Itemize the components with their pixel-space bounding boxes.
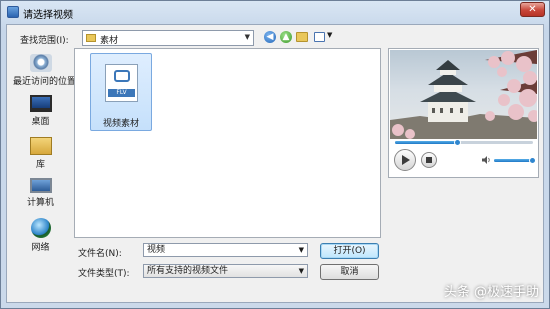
chevron-down-icon[interactable]: ▼ bbox=[299, 265, 304, 277]
video-preview-pane bbox=[388, 48, 539, 178]
file-item[interactable]: FLV 视频素材 bbox=[90, 53, 152, 131]
filetype-value: 所有支持的视频文件 bbox=[147, 266, 229, 276]
app-icon bbox=[7, 6, 19, 18]
place-library[interactable]: 库 bbox=[13, 137, 68, 170]
place-computer[interactable]: 计算机 bbox=[13, 178, 68, 208]
look-in-value: 素材 bbox=[100, 36, 119, 46]
up-folder-icon[interactable]: ▲ bbox=[280, 31, 292, 43]
folder-icon bbox=[86, 34, 96, 42]
close-icon: ✕ bbox=[528, 4, 537, 15]
places-bar: 最近访问的位置 桌面 库 计算机 网络 bbox=[13, 48, 77, 283]
preview-thumbnail bbox=[390, 50, 537, 139]
place-label: 计算机 bbox=[26, 198, 54, 208]
stop-button[interactable] bbox=[421, 152, 437, 168]
window-title: 请选择视频 bbox=[23, 10, 73, 21]
watermark-text: 头条 @极速手助 bbox=[443, 285, 539, 300]
castle-photo bbox=[390, 50, 537, 139]
computer-icon bbox=[29, 178, 52, 193]
seek-slider[interactable] bbox=[395, 139, 533, 146]
filetype-select[interactable]: 所有支持的视频文件 ▼ bbox=[143, 264, 308, 278]
volume-fill bbox=[494, 159, 532, 162]
view-menu-chevron-icon[interactable]: ▼ bbox=[327, 31, 332, 39]
place-label: 桌面 bbox=[31, 117, 50, 127]
look-in-label: 查找范围(I): bbox=[20, 36, 69, 46]
filename-field[interactable]: 视频 ▼ bbox=[143, 243, 308, 257]
network-icon bbox=[30, 218, 51, 238]
new-folder-icon[interactable] bbox=[296, 32, 308, 42]
file-type-badge: FLV bbox=[108, 89, 135, 97]
place-label: 最近访问的位置 bbox=[13, 77, 77, 87]
look-in-dropdown[interactable]: 素材 ▼ bbox=[82, 30, 254, 46]
place-network[interactable]: 网络 bbox=[13, 218, 68, 253]
speaker-icon[interactable] bbox=[482, 156, 491, 164]
seek-thumb[interactable] bbox=[454, 139, 462, 146]
place-recent[interactable]: 最近访问的位置 bbox=[13, 54, 77, 87]
view-menu-icon[interactable] bbox=[314, 32, 325, 42]
play-button[interactable] bbox=[394, 149, 416, 171]
desktop-icon bbox=[29, 95, 52, 112]
library-icon bbox=[29, 137, 52, 155]
dialog-body: 查找范围(I): 素材 ▼ ◀ ▲ ▼ 最近访问的位置 桌面 库 计算机 网络 … bbox=[6, 24, 544, 303]
filetype-label: 文件类型(T): bbox=[78, 269, 130, 279]
chevron-down-icon[interactable]: ▼ bbox=[245, 33, 250, 41]
play-icon bbox=[402, 155, 410, 165]
chevron-down-icon[interactable]: ▼ bbox=[299, 244, 304, 256]
volume-slider[interactable] bbox=[494, 157, 536, 164]
back-arrow-icon[interactable]: ◀ bbox=[264, 31, 276, 43]
stop-icon bbox=[426, 157, 432, 163]
file-list[interactable]: FLV 视频素材 bbox=[74, 48, 381, 238]
place-label: 网络 bbox=[31, 243, 50, 253]
recent-places-icon bbox=[29, 54, 52, 72]
filename-label: 文件名(N): bbox=[78, 249, 122, 259]
video-camera-icon bbox=[114, 70, 130, 82]
file-open-dialog: 请选择视频 ✕ 查找范围(I): 素材 ▼ ◀ ▲ ▼ 最近访问的位置 桌面 库 bbox=[0, 0, 550, 309]
volume-thumb[interactable] bbox=[529, 157, 536, 164]
cancel-button[interactable]: 取消 bbox=[320, 264, 379, 280]
flv-file-icon: FLV bbox=[105, 64, 138, 102]
file-name: 视频素材 bbox=[102, 119, 139, 129]
filename-value: 视频 bbox=[147, 245, 166, 255]
open-button[interactable]: 打开(O) bbox=[320, 243, 379, 259]
place-desktop[interactable]: 桌面 bbox=[13, 95, 68, 127]
seek-progress-fill bbox=[395, 141, 458, 144]
close-button[interactable]: ✕ bbox=[520, 2, 545, 17]
title-bar: 请选择视频 ✕ bbox=[1, 1, 549, 23]
place-label: 库 bbox=[35, 160, 45, 170]
